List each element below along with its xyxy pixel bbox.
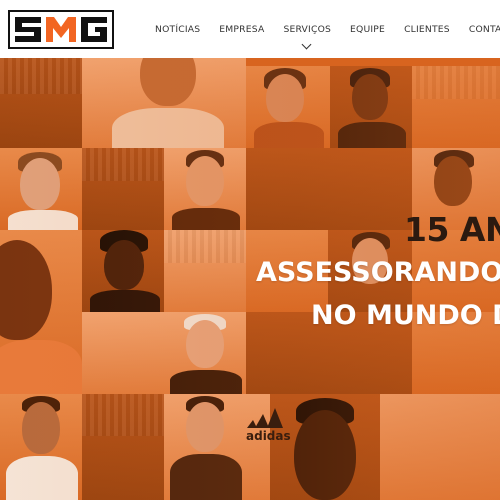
- athlete-photo: [412, 66, 500, 148]
- smg-logo[interactable]: [8, 10, 114, 49]
- hero-headline-line1: ASSESSORANDO: [256, 257, 500, 288]
- site-header: NOTÍCIAS EMPRESA SERVIÇOS EQUIPE CLIENTE…: [0, 0, 500, 58]
- sponsor-text: adidas: [246, 429, 291, 443]
- athlete-photo: [0, 230, 82, 394]
- athlete-photo: [246, 148, 412, 230]
- smg-logo-mark: [15, 17, 107, 42]
- chevron-down-icon: [301, 39, 312, 50]
- athlete-photo: [164, 394, 246, 500]
- nav-servicos-label: SERVIÇOS: [283, 24, 332, 35]
- hero-banner: adidas 15 AN ASSESSORANDO NO MUNDO D: [0, 58, 500, 500]
- athlete-photo: [380, 394, 500, 500]
- hero-headline-line2: NO MUNDO D: [311, 300, 500, 331]
- nav-empresa[interactable]: EMPRESA: [219, 0, 264, 35]
- athlete-photo: [82, 312, 164, 394]
- athlete-photo: [164, 230, 246, 312]
- hero-headline-years: 15 AN: [404, 210, 500, 249]
- athlete-photo: [246, 66, 330, 148]
- athlete-photo: [0, 148, 82, 230]
- athlete-photo: [0, 394, 82, 500]
- main-nav: NOTÍCIAS EMPRESA SERVIÇOS EQUIPE CLIENTE…: [155, 0, 500, 58]
- athlete-photo: [82, 394, 164, 500]
- athlete-photo: [82, 230, 164, 312]
- athlete-photo: [164, 148, 246, 230]
- nav-equipe[interactable]: EQUIPE: [350, 0, 385, 35]
- nav-clientes[interactable]: CLIENTES: [404, 0, 450, 35]
- athlete-photo: [82, 58, 246, 148]
- athlete-photo: [0, 58, 82, 148]
- athlete-photo: [164, 312, 246, 394]
- nav-contato[interactable]: CONTATO: [469, 0, 500, 35]
- athlete-photo: [82, 148, 164, 230]
- nav-noticias[interactable]: NOTÍCIAS: [155, 0, 200, 35]
- athlete-photo: [330, 66, 412, 148]
- nav-servicos[interactable]: SERVIÇOS: [283, 0, 332, 50]
